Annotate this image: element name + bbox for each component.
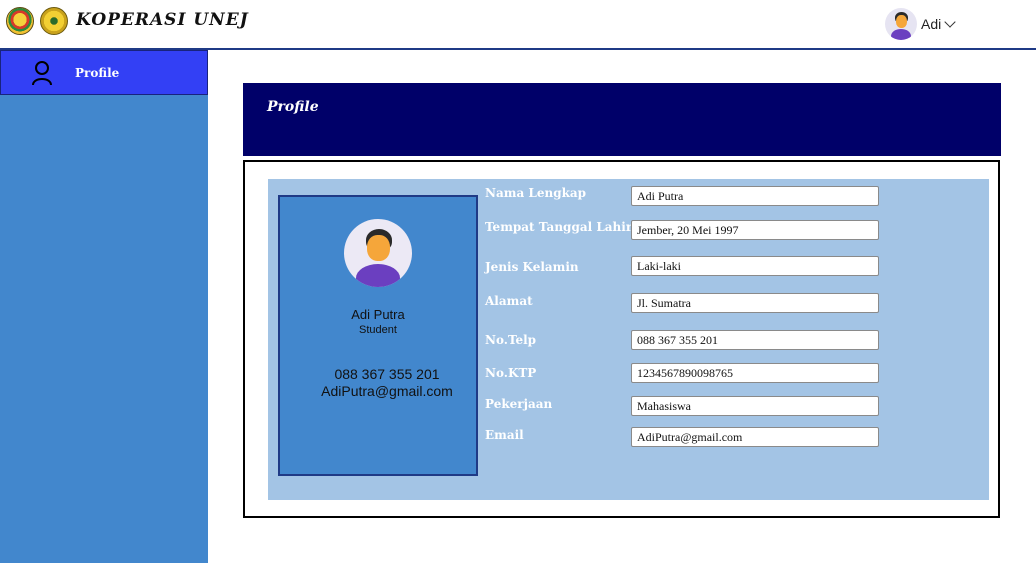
pekerjaan-field[interactable]: [631, 396, 879, 416]
nama-lengkap-field[interactable]: [631, 186, 879, 206]
no-telp-field[interactable]: [631, 330, 879, 350]
jenis-kelamin-field[interactable]: [631, 256, 879, 276]
university-logo: [40, 7, 68, 35]
tempat-tanggal-lahir-field[interactable]: [631, 220, 879, 240]
sidebar-item-profile[interactable]: Profile: [0, 50, 208, 95]
label-no-ktp: No.KTP: [485, 366, 537, 380]
sidebar: Profile: [0, 50, 208, 563]
sidebar-item-label: Profile: [75, 66, 120, 80]
label-tempat-tanggal-lahir: Tempat Tanggal Lahir: [485, 220, 633, 234]
page-title: Profile: [267, 99, 319, 115]
profile-email: AdiPutra@gmail.com: [321, 383, 453, 399]
profile-avatar: [344, 219, 412, 287]
avatar: [885, 8, 917, 40]
label-pekerjaan: Pekerjaan: [485, 397, 553, 411]
profile-name: Adi Putra: [351, 307, 405, 322]
label-alamat: Alamat: [485, 294, 533, 308]
label-email: Email: [485, 428, 524, 442]
alamat-field[interactable]: [631, 293, 879, 313]
profile-container: Adi Putra Student 088 367 355 201 AdiPut…: [243, 160, 1000, 518]
label-jenis-kelamin: Jenis Kelamin: [485, 260, 579, 274]
top-bar: KOPERASI UNEJ Adi: [0, 0, 1036, 50]
user-menu[interactable]: Adi: [885, 8, 956, 40]
brand-title: KOPERASI UNEJ: [76, 10, 249, 30]
page-header: Profile: [243, 83, 1001, 156]
label-no-telp: No.Telp: [485, 333, 537, 347]
profile-phone: 088 367 355 201: [334, 366, 440, 382]
chevron-down-icon: [944, 15, 956, 28]
profile-panel: Adi Putra Student 088 367 355 201 AdiPut…: [268, 179, 989, 500]
label-nama-lengkap: Nama Lengkap: [485, 186, 587, 200]
no-ktp-field[interactable]: [631, 363, 879, 383]
user-name: Adi: [921, 16, 942, 32]
profile-role: Student: [359, 324, 397, 336]
profile-card: Adi Putra Student 088 367 355 201 AdiPut…: [278, 195, 478, 476]
email-field[interactable]: [631, 427, 879, 447]
user-icon: [31, 60, 53, 86]
cooperative-logo: [6, 7, 34, 35]
